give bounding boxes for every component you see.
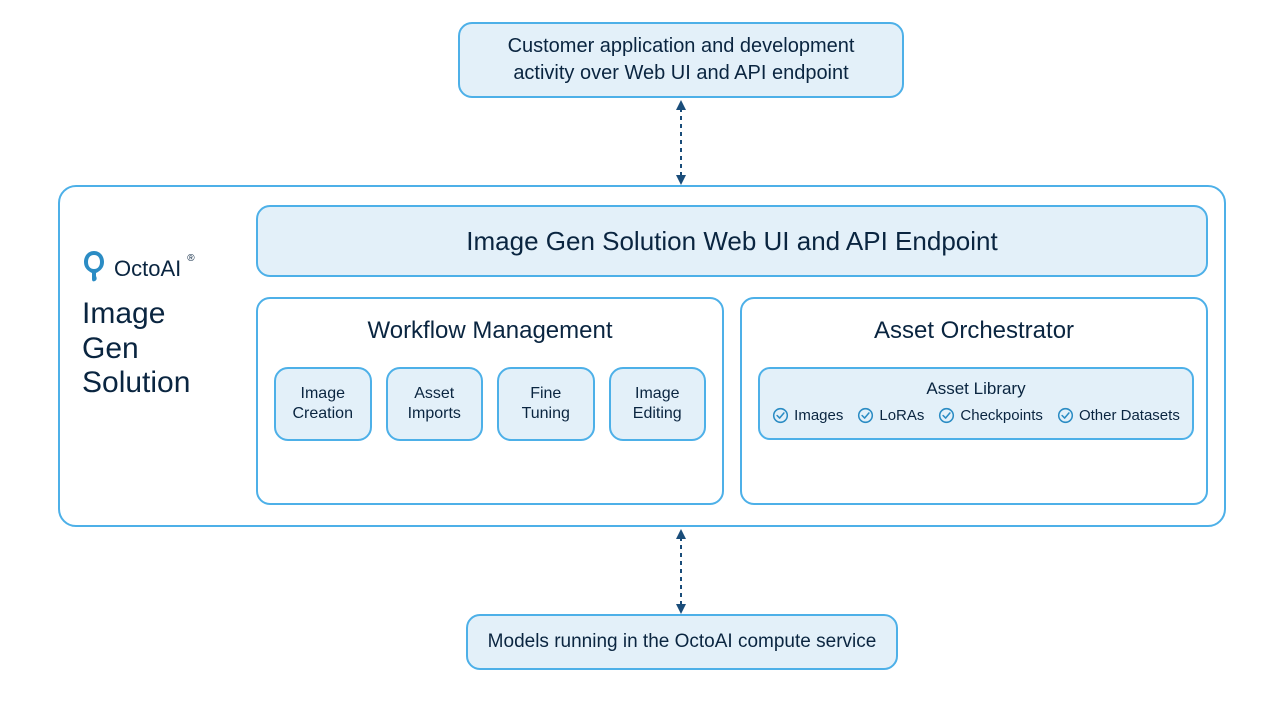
compute-service-box: Models running in the OctoAI compute ser… (466, 614, 898, 670)
workflow-item-image-editing: Image Editing (609, 367, 707, 441)
asset-library-box: Asset Library Images LoRAs Checkpoints O… (758, 367, 1194, 440)
api-endpoint-text: Image Gen Solution Web UI and API Endpoi… (466, 226, 997, 257)
asset-title: Asset Orchestrator (758, 317, 1190, 345)
library-item-other-datasets: Other Datasets (1057, 407, 1180, 424)
api-endpoint-box: Image Gen Solution Web UI and API Endpoi… (256, 205, 1208, 277)
customer-activity-box: Customer application and development act… (458, 22, 904, 98)
check-circle-icon (938, 407, 955, 424)
compute-service-text: Models running in the OctoAI compute ser… (488, 631, 877, 653)
library-item-loras: LoRAs (857, 407, 924, 424)
brand-subtitle-line1: Image (82, 297, 190, 332)
arrow-top (676, 100, 686, 185)
check-circle-icon (772, 407, 789, 424)
workflow-item-image-creation: Image Creation (274, 367, 372, 441)
asset-orchestrator-box: Asset Orchestrator Asset Library Images … (740, 297, 1208, 505)
brand-subtitle-line3: Solution (82, 366, 190, 401)
brand-tm-icon: ® (187, 253, 194, 264)
brand-subtitle-line2: Gen (82, 332, 190, 367)
brand-row: OctoAI ® (80, 249, 195, 288)
library-item-checkpoints: Checkpoints (938, 407, 1043, 424)
check-circle-icon (1057, 407, 1074, 424)
brand-name: OctoAI (114, 256, 181, 282)
asset-library-title: Asset Library (770, 379, 1182, 399)
library-item-images: Images (772, 407, 843, 424)
workflow-item-asset-imports: Asset Imports (386, 367, 484, 441)
customer-activity-text: Customer application and development act… (484, 33, 878, 87)
arrow-bottom (676, 529, 686, 614)
workflow-title: Workflow Management (274, 317, 706, 345)
workflow-item-fine-tuning: Fine Tuning (497, 367, 595, 441)
workflow-management-box: Workflow Management Image Creation Asset… (256, 297, 724, 505)
octoai-logo-icon (80, 249, 108, 288)
workflow-items-row: Image Creation Asset Imports Fine Tuning… (274, 367, 706, 441)
brand-subtitle: Image Gen Solution (82, 297, 190, 401)
check-circle-icon (857, 407, 874, 424)
asset-library-items: Images LoRAs Checkpoints Other Datasets (770, 407, 1182, 424)
main-solution-container: OctoAI ® Image Gen Solution Image Gen So… (58, 185, 1226, 527)
